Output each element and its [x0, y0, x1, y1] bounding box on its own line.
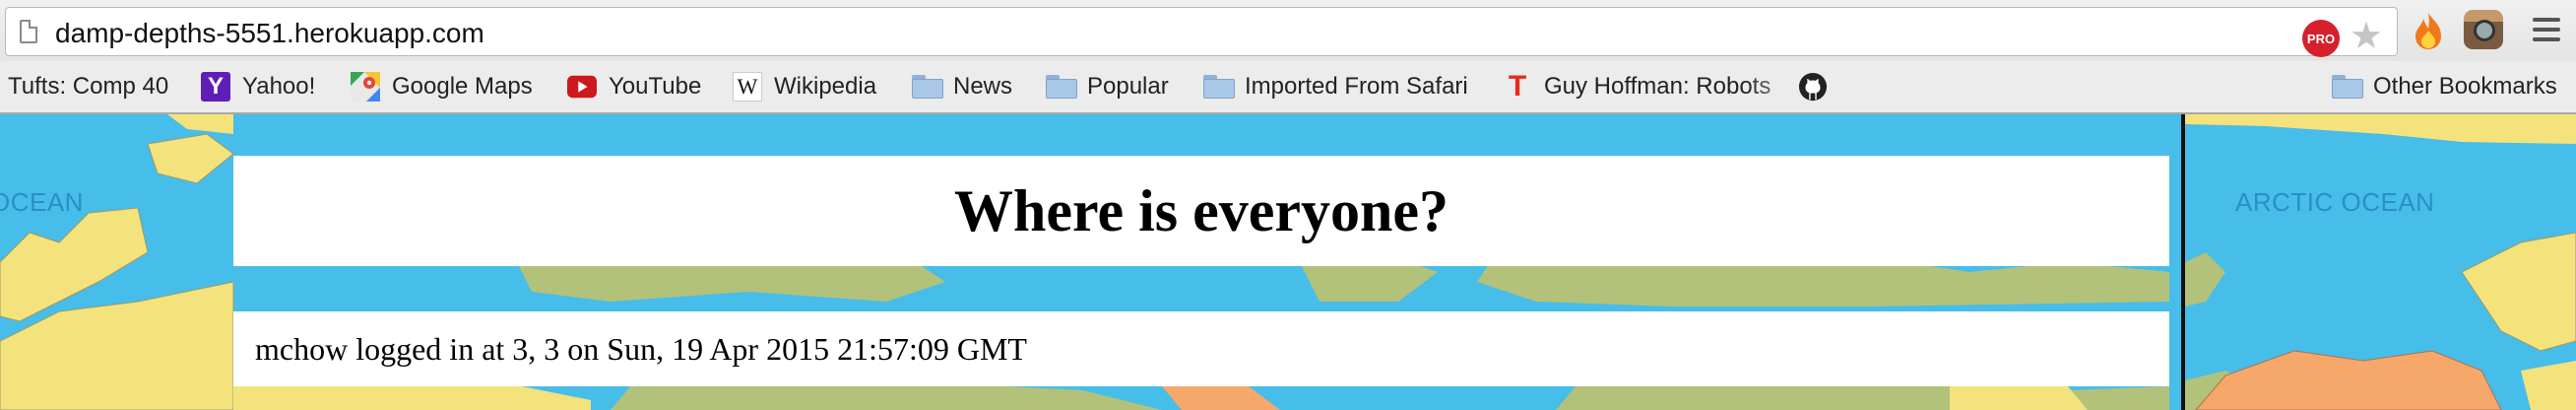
- bookmark-label: Popular: [1087, 73, 1169, 100]
- instagram-extension-icon[interactable]: [2464, 10, 2503, 49]
- chrome-menu-icon[interactable]: [2533, 18, 2560, 47]
- wikipedia-icon: W: [733, 72, 762, 102]
- url-text[interactable]: damp-depths-5551.herokuapp.com: [55, 18, 484, 49]
- bookmark-label: Tufts: Comp 40: [8, 73, 169, 100]
- map-label-arctic-ocean: ARCTIC OCEAN: [2235, 187, 2435, 217]
- bookmark-yahoo[interactable]: Y Yahoo!: [201, 71, 315, 102]
- bookmark-tufts-comp40[interactable]: Tufts: Comp 40: [8, 71, 168, 102]
- login-message: mchow logged in at 3, 3 on Sun, 19 Apr 2…: [255, 330, 1027, 367]
- bookmark-label: News: [953, 73, 1013, 100]
- bookmark-label: Guy Hoffman: Robots: [1544, 73, 1771, 100]
- page-icon: [20, 20, 37, 43]
- folder-icon: [1046, 72, 1077, 102]
- bookmark-label: YouTube: [609, 73, 702, 100]
- bookmark-label: Other Bookmarks: [2373, 73, 2557, 100]
- page-content: OCEAN ARCTIC OCEAN Where is everyone? mc…: [0, 114, 2576, 410]
- bookmarks-bar: Tufts: Comp 40 Y Yahoo! Google Maps YouT…: [0, 61, 2576, 114]
- bookmark-folder-imported-from-safari[interactable]: Imported From Safari: [1203, 71, 1468, 102]
- bookmark-star-icon[interactable]: ★: [2350, 15, 2383, 58]
- login-panel: mchow logged in at 3, 3 on Sun, 19 Apr 2…: [233, 311, 2169, 386]
- browser-toolbar: damp-depths-5551.herokuapp.com PRO ★: [0, 0, 2576, 61]
- fire-extension-icon[interactable]: [2406, 8, 2451, 53]
- bookmark-folder-other-bookmarks[interactable]: Other Bookmarks: [2332, 71, 2557, 102]
- bookmark-wikipedia[interactable]: W Wikipedia: [733, 71, 876, 102]
- map-label-ocean: OCEAN: [0, 187, 84, 217]
- page-title: Where is everyone?: [953, 177, 1449, 243]
- youtube-icon: [567, 72, 597, 102]
- bookmark-folder-popular[interactable]: Popular: [1046, 71, 1169, 102]
- address-bar[interactable]: damp-depths-5551.herokuapp.com PRO ★: [5, 7, 2398, 58]
- bookmark-label: Yahoo!: [242, 73, 316, 100]
- heading-panel: Where is everyone?: [233, 156, 2169, 266]
- ted-icon: T: [1508, 70, 1527, 102]
- folder-icon: [2332, 72, 2363, 102]
- bookmark-github[interactable]: [1798, 71, 1839, 102]
- bookmark-google-maps[interactable]: Google Maps: [351, 71, 533, 102]
- folder-icon: [912, 72, 943, 102]
- yahoo-icon: Y: [201, 72, 230, 102]
- bookmark-youtube[interactable]: YouTube: [567, 71, 701, 102]
- bookmark-label: Google Maps: [392, 73, 533, 100]
- github-icon: [1798, 72, 1828, 102]
- map-tile-divider: [2181, 114, 2185, 410]
- bookmark-label: Imported From Safari: [1245, 73, 1468, 100]
- google-maps-icon: [351, 72, 380, 102]
- bookmark-label: Wikipedia: [774, 73, 877, 100]
- folder-icon: [1203, 72, 1235, 102]
- adblock-pro-icon[interactable]: PRO: [2302, 20, 2340, 57]
- bookmark-folder-news[interactable]: News: [912, 71, 1012, 102]
- bookmark-guy-hoffman-robots[interactable]: T Guy Hoffman: Robots: [1503, 70, 1814, 102]
